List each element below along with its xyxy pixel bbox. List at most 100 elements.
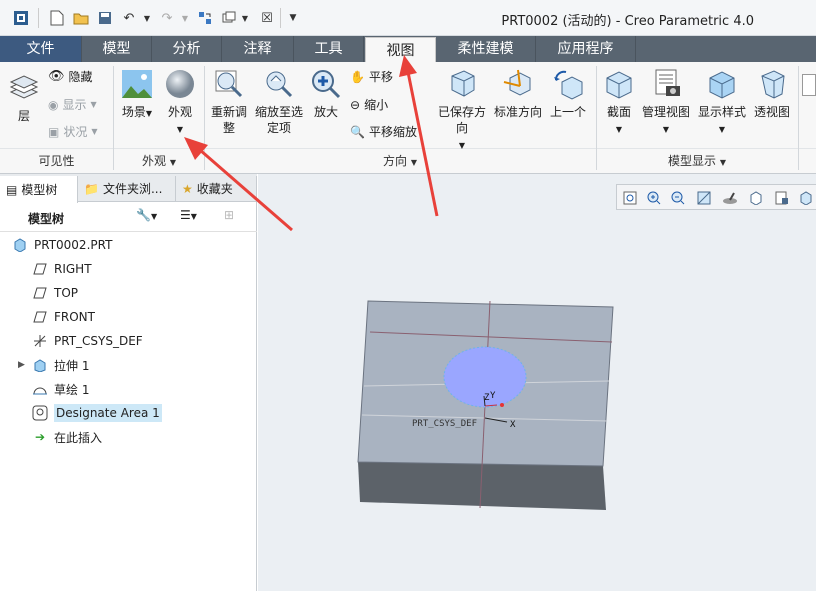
tree-item-right[interactable]: RIGHT [32, 257, 92, 281]
pan-button[interactable]: ✋ 平移 [350, 68, 393, 85]
new-file-icon[interactable] [48, 9, 66, 27]
standard-orientation-button[interactable]: 标准方向 [492, 68, 544, 120]
tab-tools[interactable]: 工具 [294, 36, 364, 62]
redo-dropdown-icon: ▼ [181, 13, 189, 23]
manage-views-button[interactable]: 管理视图 ▼ [640, 68, 692, 138]
previous-orientation-button[interactable]: 上一个 [546, 68, 590, 120]
tree-item-sketch[interactable]: 草绘 1 [32, 377, 89, 401]
model-tree-icon: ▤ [6, 182, 18, 197]
tree-item-top[interactable]: TOP [32, 281, 78, 305]
close-window-icon[interactable]: ☒ [258, 9, 276, 27]
scene-button[interactable]: 场景▼ [118, 68, 156, 122]
datum-plane-icon [32, 261, 48, 277]
tab-model[interactable]: 模型 [82, 36, 152, 62]
windows-dropdown-icon[interactable]: ▼ [236, 9, 254, 27]
scene-icon [122, 70, 152, 98]
zoom-out-icon: ⊖ [350, 97, 361, 112]
model-canvas[interactable]: Z Y X PRT_CSYS_DEF [258, 174, 816, 591]
section-button[interactable]: 截面 ▼ [600, 68, 638, 138]
show-button: ◉ 显示 ▼ [48, 97, 97, 113]
show-eye-icon: ◉ [48, 97, 59, 112]
tree-item-designate-area[interactable]: Designate Area 1 [32, 401, 162, 425]
zoom-in-icon [312, 70, 341, 99]
tab-file[interactable]: 文件 [0, 36, 82, 62]
tab-analysis[interactable]: 分析 [152, 36, 222, 62]
navigator-panel: ▤ 模型树 📁 文件夹浏... ★ 收藏夹 模型树 🔧▼ ☰▼ ⊞ PRT0002.P… [0, 174, 257, 591]
favorites-star-icon: ★ [182, 182, 193, 196]
customize-toolbar-icon[interactable]: ▼ [284, 9, 302, 27]
redo-icon: ↷ [161, 10, 173, 26]
title-bar: ↶ ▼ ↷ ▼ ▼ ☒ ▼ PRT0002 (活动的) - Creo Param… [0, 0, 816, 36]
previous-orientation-icon [554, 70, 583, 100]
undo-icon[interactable]: ↶ [120, 9, 138, 27]
refit-icon [215, 70, 243, 98]
saved-orientations-icon [451, 70, 475, 97]
refit-button[interactable]: 重新调整 [208, 68, 250, 136]
pan-zoom-button[interactable]: 🔍 平移缩放 [350, 123, 417, 140]
insert-here-icon: ➔ [34, 430, 46, 444]
axis-x-label: X [510, 420, 516, 430]
zoom-in-button[interactable]: 放大 [308, 68, 344, 120]
ribbon-panel: 层 👁 隐藏 ◉ 显示 ▼ ▣ 状况 ▼ 可见性 场景▼ 外观 ▼ 外观 ▼ 重新调整 缩放… [0, 62, 816, 174]
group-label-appearance: 外观 ▼ [142, 154, 176, 168]
datum-plane-icon [32, 285, 48, 301]
extrude-icon [32, 357, 48, 373]
regenerate-icon[interactable] [196, 9, 214, 27]
status-icon: ▣ [48, 124, 60, 139]
tree-item-root[interactable]: PRT0002.PRT [12, 233, 112, 257]
zoom-selected-icon [266, 71, 293, 98]
perspective-button[interactable]: 透视图 [750, 68, 794, 120]
app-logo-icon[interactable] [12, 9, 30, 27]
expand-arrow-icon: ▶ [18, 360, 25, 370]
tab-view[interactable]: 视图 [365, 37, 436, 62]
app-title: PRT0002 (活动的) - Creo Parametric 4.0 [501, 14, 754, 29]
manage-views-icon [655, 69, 680, 96]
pan-zoom-icon: 🔍 [350, 124, 365, 139]
layers-icon [9, 75, 39, 99]
tree-filter-icon: ⊞ [224, 208, 235, 222]
tree-item-extrude[interactable]: ▶ 拉伸 1 [18, 353, 89, 377]
perspective-icon [761, 70, 785, 99]
tab-model-tree[interactable]: ▤ 模型树 [0, 176, 78, 203]
save-icon[interactable] [96, 9, 114, 27]
display-style-icon [709, 71, 735, 99]
sketch-icon [32, 381, 48, 397]
tab-applications[interactable]: 应用程序 [536, 36, 636, 62]
designate-area-icon [32, 405, 48, 421]
status-button: ▣ 状况 ▼ [48, 124, 98, 140]
zoom-out-button[interactable]: ⊖ 缩小 [350, 96, 388, 113]
standard-orientation-icon [503, 69, 531, 96]
tab-folder-browser[interactable]: 📁 文件夹浏... [78, 176, 176, 202]
tab-flexible-modeling[interactable]: 柔性建模 [436, 36, 536, 62]
folder-icon: 📁 [84, 182, 99, 196]
ribbon-tab-bar: 文件 模型 分析 注释 工具 视图 柔性建模 应用程序 [0, 36, 816, 62]
more-group-icon[interactable] [802, 74, 816, 96]
saved-orientations-button[interactable]: 已保存方向▼ [434, 68, 490, 154]
display-style-button[interactable]: 显示样式 ▼ [696, 68, 748, 138]
tree-show-icon[interactable]: ☰▼ [180, 208, 197, 222]
layer-button[interactable]: 层 [6, 72, 42, 124]
section-icon [606, 71, 632, 99]
undo-dropdown-icon[interactable]: ▼ [138, 9, 156, 27]
tree-item-front[interactable]: FRONT [32, 305, 95, 329]
navigator-tabs: ▤ 模型树 📁 文件夹浏... ★ 收藏夹 [0, 174, 257, 203]
pan-hand-icon: ✋ [350, 69, 365, 84]
part-icon [12, 237, 28, 253]
hide-eye-icon: 👁 [48, 69, 65, 84]
hide-button[interactable]: 👁 隐藏 [48, 68, 93, 85]
appearance-sphere-icon [166, 70, 194, 98]
group-label-model-display: 模型显示 ▼ [668, 154, 726, 168]
model-tree-header: 模型树 🔧▼ ☰▼ ⊞ [0, 202, 257, 232]
appearance-button[interactable]: 外观 ▼ [160, 68, 200, 138]
tab-favorites[interactable]: ★ 收藏夹 [176, 176, 257, 202]
open-folder-icon[interactable] [72, 9, 90, 27]
group-label-visibility: 可见性 [38, 154, 75, 168]
datum-plane-icon [32, 309, 48, 325]
model-tree-title: 模型树 [28, 212, 65, 226]
tree-item-insert-here[interactable]: ➔ 在此插入 [32, 425, 102, 449]
tab-annotate[interactable]: 注释 [222, 36, 294, 62]
csys-icon [32, 333, 48, 349]
zoom-selected-button[interactable]: 缩放至选定项 [252, 68, 306, 136]
tree-settings-icon[interactable]: 🔧▼ [136, 208, 157, 222]
tree-item-csys[interactable]: PRT_CSYS_DEF [32, 329, 143, 353]
